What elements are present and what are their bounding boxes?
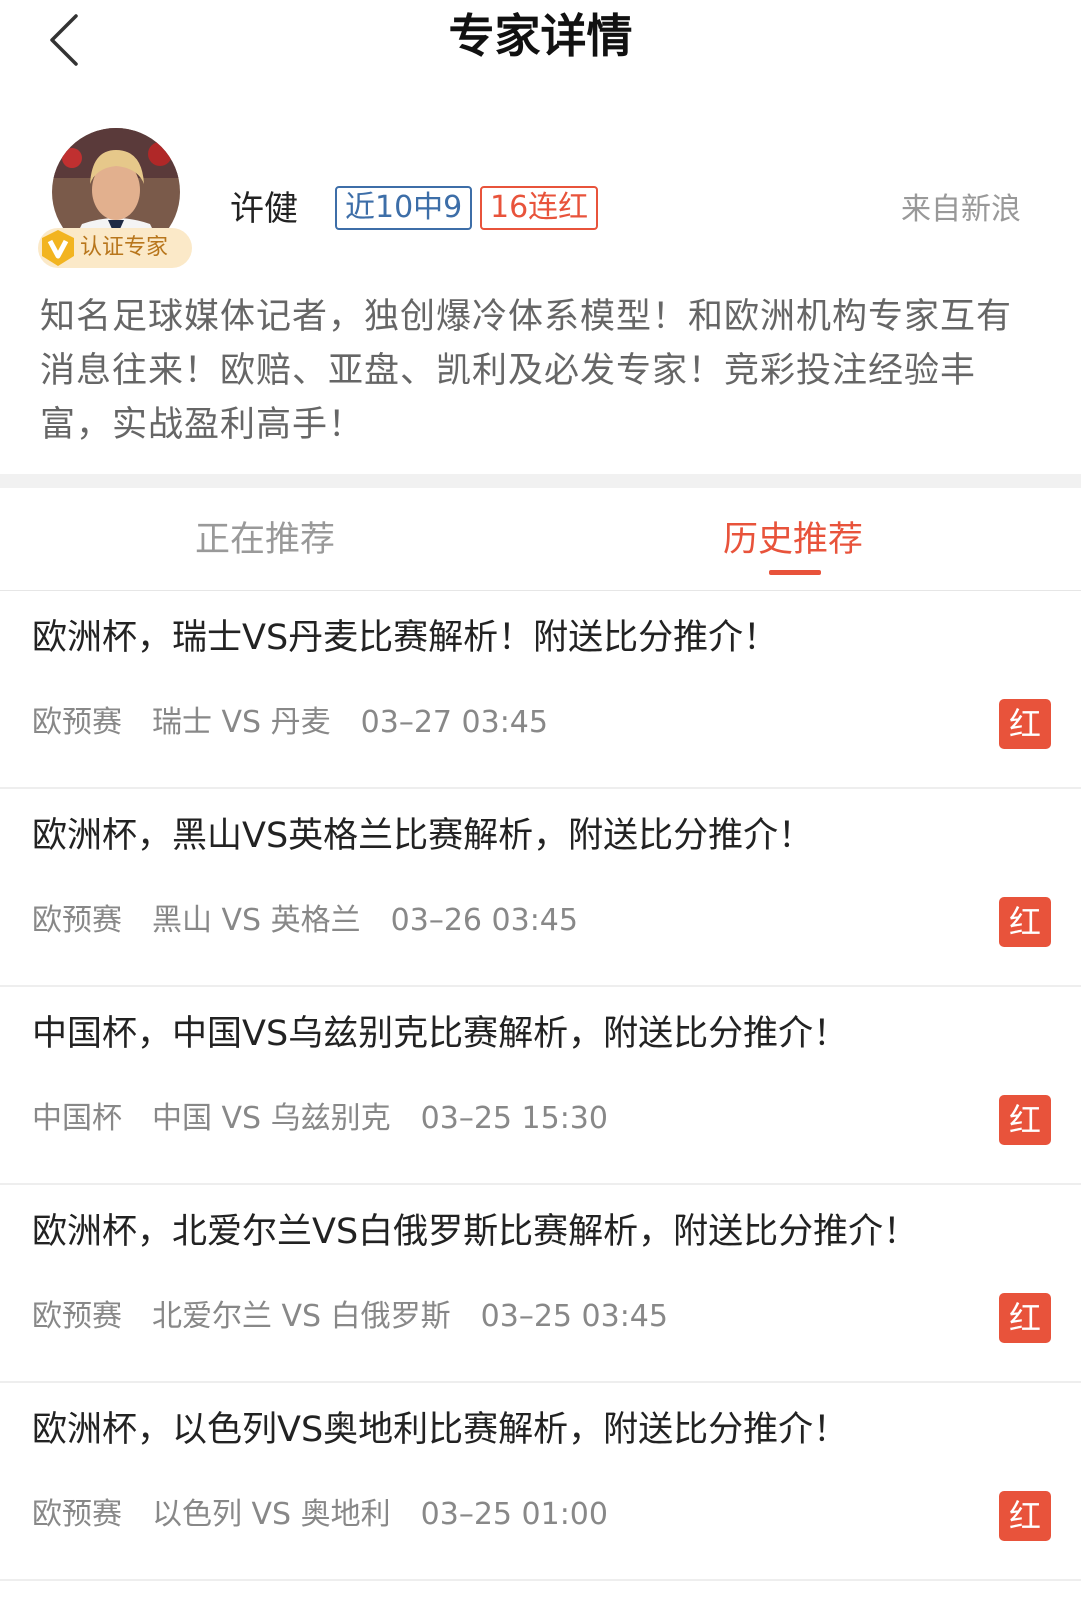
item-match: 中国 VS 乌兹别克 xyxy=(152,1101,391,1136)
list-item[interactable]: 欧洲杯，以色列VS奥地利比赛解析，附送比分推介！ 欧预赛 以色列 VS 奥地利 03… xyxy=(0,1383,1081,1581)
expert-name: 许健 xyxy=(230,189,298,229)
item-time: 03–25 01:00 xyxy=(420,1497,608,1532)
result-badge: 红 xyxy=(999,699,1051,749)
item-match: 黑山 VS 英格兰 xyxy=(152,903,361,938)
item-match: 以色列 VS 奥地利 xyxy=(152,1497,391,1532)
verified-badge: 认证专家 xyxy=(38,228,192,268)
item-time: 03–26 03:45 xyxy=(390,903,578,938)
item-time: 03–25 15:30 xyxy=(420,1101,608,1136)
record-tag: 近10中9 xyxy=(335,186,473,230)
item-league: 欧预赛 xyxy=(32,705,122,740)
tab-current[interactable]: 正在推荐 xyxy=(195,516,335,564)
item-meta: 欧预赛 北爱尔兰 VS 白俄罗斯 03–25 03:45 xyxy=(32,1295,698,1339)
item-time: 03–27 03:45 xyxy=(360,705,548,740)
item-meta: 欧预赛 以色列 VS 奥地利 03–25 01:00 xyxy=(32,1493,638,1537)
item-title: 欧洲杯，黑山VS英格兰比赛解析，附送比分推介！ xyxy=(32,816,814,856)
item-league: 欧预赛 xyxy=(32,1299,122,1334)
list-item[interactable]: 欧洲杯，瑞士VS丹麦比赛解析！附送比分推介！ 欧预赛 瑞士 VS 丹麦 03–27 … xyxy=(0,591,1081,789)
item-title: 欧洲杯，瑞士VS丹麦比赛解析！附送比分推介！ xyxy=(32,618,779,658)
item-meta: 欧预赛 黑山 VS 英格兰 03–26 03:45 xyxy=(32,899,608,943)
streak-tag: 16连红 xyxy=(480,186,599,230)
item-match: 北爱尔兰 VS 白俄罗斯 xyxy=(152,1299,451,1334)
section-divider xyxy=(0,474,1081,488)
item-meta: 欧预赛 瑞士 VS 丹麦 03–27 03:45 xyxy=(32,701,578,745)
source-label: 来自新浪 xyxy=(901,192,1021,227)
result-badge: 红 xyxy=(999,897,1051,947)
item-meta: 中国杯 中国 VS 乌兹别克 03–25 15:30 xyxy=(32,1097,638,1141)
result-badge: 红 xyxy=(999,1293,1051,1343)
nav-bar: 专家详情 xyxy=(0,0,1081,100)
item-league: 中国杯 xyxy=(32,1101,122,1136)
item-match: 瑞士 VS 丹麦 xyxy=(152,705,331,740)
verified-v-icon xyxy=(42,230,74,266)
page-title: 专家详情 xyxy=(448,9,633,63)
result-badge: 红 xyxy=(999,1491,1051,1541)
item-league: 欧预赛 xyxy=(32,903,122,938)
active-tab-indicator xyxy=(769,570,821,575)
recommendation-list: 欧洲杯，瑞士VS丹麦比赛解析！附送比分推介！ 欧预赛 瑞士 VS 丹麦 03–27 … xyxy=(0,591,1081,1581)
result-badge: 红 xyxy=(999,1095,1051,1145)
expert-bio: 知名足球媒体记者，独创爆冷体系模型！和欧洲机构专家互有消息往来！欧赔、亚盘、凯利… xyxy=(40,297,1013,445)
list-item[interactable]: 欧洲杯，北爱尔兰VS白俄罗斯比赛解析，附送比分推介！ 欧预赛 北爱尔兰 VS 白俄… xyxy=(0,1185,1081,1383)
list-item[interactable]: 欧洲杯，黑山VS英格兰比赛解析，附送比分推介！ 欧预赛 黑山 VS 英格兰 03–2… xyxy=(0,789,1081,987)
item-title: 欧洲杯，以色列VS奥地利比赛解析，附送比分推介！ xyxy=(32,1410,849,1450)
item-time: 03–25 03:45 xyxy=(480,1299,668,1334)
item-title: 中国杯，中国VS乌兹别克比赛解析，附送比分推介！ xyxy=(32,1014,849,1054)
item-league: 欧预赛 xyxy=(32,1497,122,1532)
list-item[interactable]: 中国杯，中国VS乌兹别克比赛解析，附送比分推介！ 中国杯 中国 VS 乌兹别克 03… xyxy=(0,987,1081,1185)
tab-history[interactable]: 历史推荐 xyxy=(723,516,863,564)
tab-bar: 正在推荐 历史推荐 xyxy=(0,488,1081,591)
item-title: 欧洲杯，北爱尔兰VS白俄罗斯比赛解析，附送比分推介！ xyxy=(32,1212,919,1252)
verified-label: 认证专家 xyxy=(80,235,169,260)
